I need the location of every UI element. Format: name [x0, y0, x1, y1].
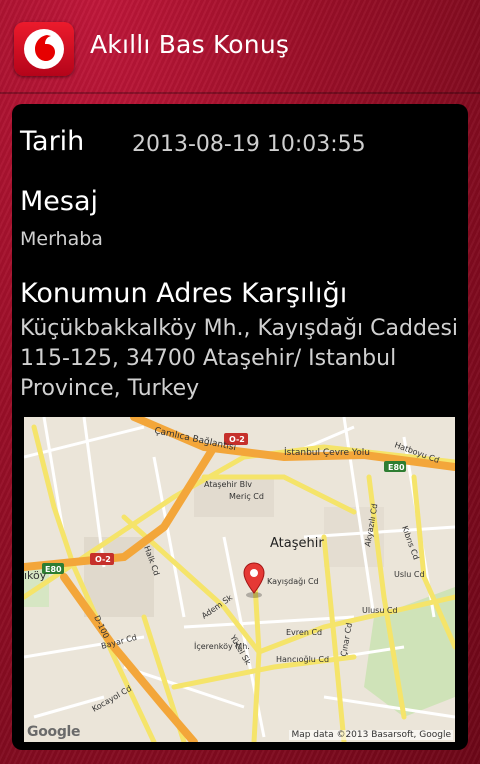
map-label-o2b: O-2: [95, 555, 111, 564]
message-detail-card: Tarih 2013-08-19 10:03:55 Mesaj Merhaba …: [12, 104, 468, 750]
map-label-uslu: Uslu Cd: [394, 570, 425, 579]
location-map[interactable]: O-2 O-2 E80 E80 Ataşehir Kayışdağı Cd Ad…: [24, 417, 455, 742]
map-attribution[interactable]: Map data ©2013 Basarsoft, Google: [289, 730, 453, 740]
map-canvas: O-2 O-2 E80 E80 Ataşehir Kayışdağı Cd Ad…: [24, 417, 455, 742]
map-label-e80a: E80: [388, 463, 405, 472]
map-label-evren: Evren Cd: [286, 628, 322, 637]
vodafone-logo-icon[interactable]: [14, 22, 74, 76]
message-label: Mesaj: [20, 186, 99, 217]
date-row: Tarih 2013-08-19 10:03:55: [20, 126, 366, 157]
message-value: Merhaba: [20, 228, 103, 250]
map-label-ulusu: Ulusu Cd: [362, 606, 398, 615]
address-label: Konumun Adres Karşılığı: [20, 278, 348, 309]
date-label: Tarih: [20, 126, 85, 157]
location-pin-icon[interactable]: [243, 562, 265, 594]
map-label-district: Ataşehir: [270, 536, 324, 551]
title-bar: Akıllı Bas Konuş: [0, 0, 480, 96]
date-value: 2013-08-19 10:03:55: [132, 132, 366, 157]
map-label-e80b: E80: [45, 565, 62, 574]
map-label-meric: Meriç Cd: [229, 492, 264, 501]
address-value: Küçükbakkalköy Mh., Kayışdağı Caddesi 11…: [20, 316, 459, 401]
map-label-koy: ıköy: [24, 569, 47, 582]
map-label-cevre: İstanbul Çevre Yolu: [284, 447, 370, 458]
app-title: Akıllı Bas Konuş: [90, 30, 290, 59]
map-label-hancioglu: Hancıoğlu Cd: [276, 655, 329, 664]
map-label-atasehir-blv: Ataşehir Blv: [204, 480, 252, 489]
map-label-icerenkoy: İçerenköy Mh.: [194, 641, 250, 651]
divider: [0, 92, 480, 94]
google-logo: Google: [27, 724, 81, 740]
map-label-kayisdagi: Kayışdağı Cd: [267, 577, 319, 586]
